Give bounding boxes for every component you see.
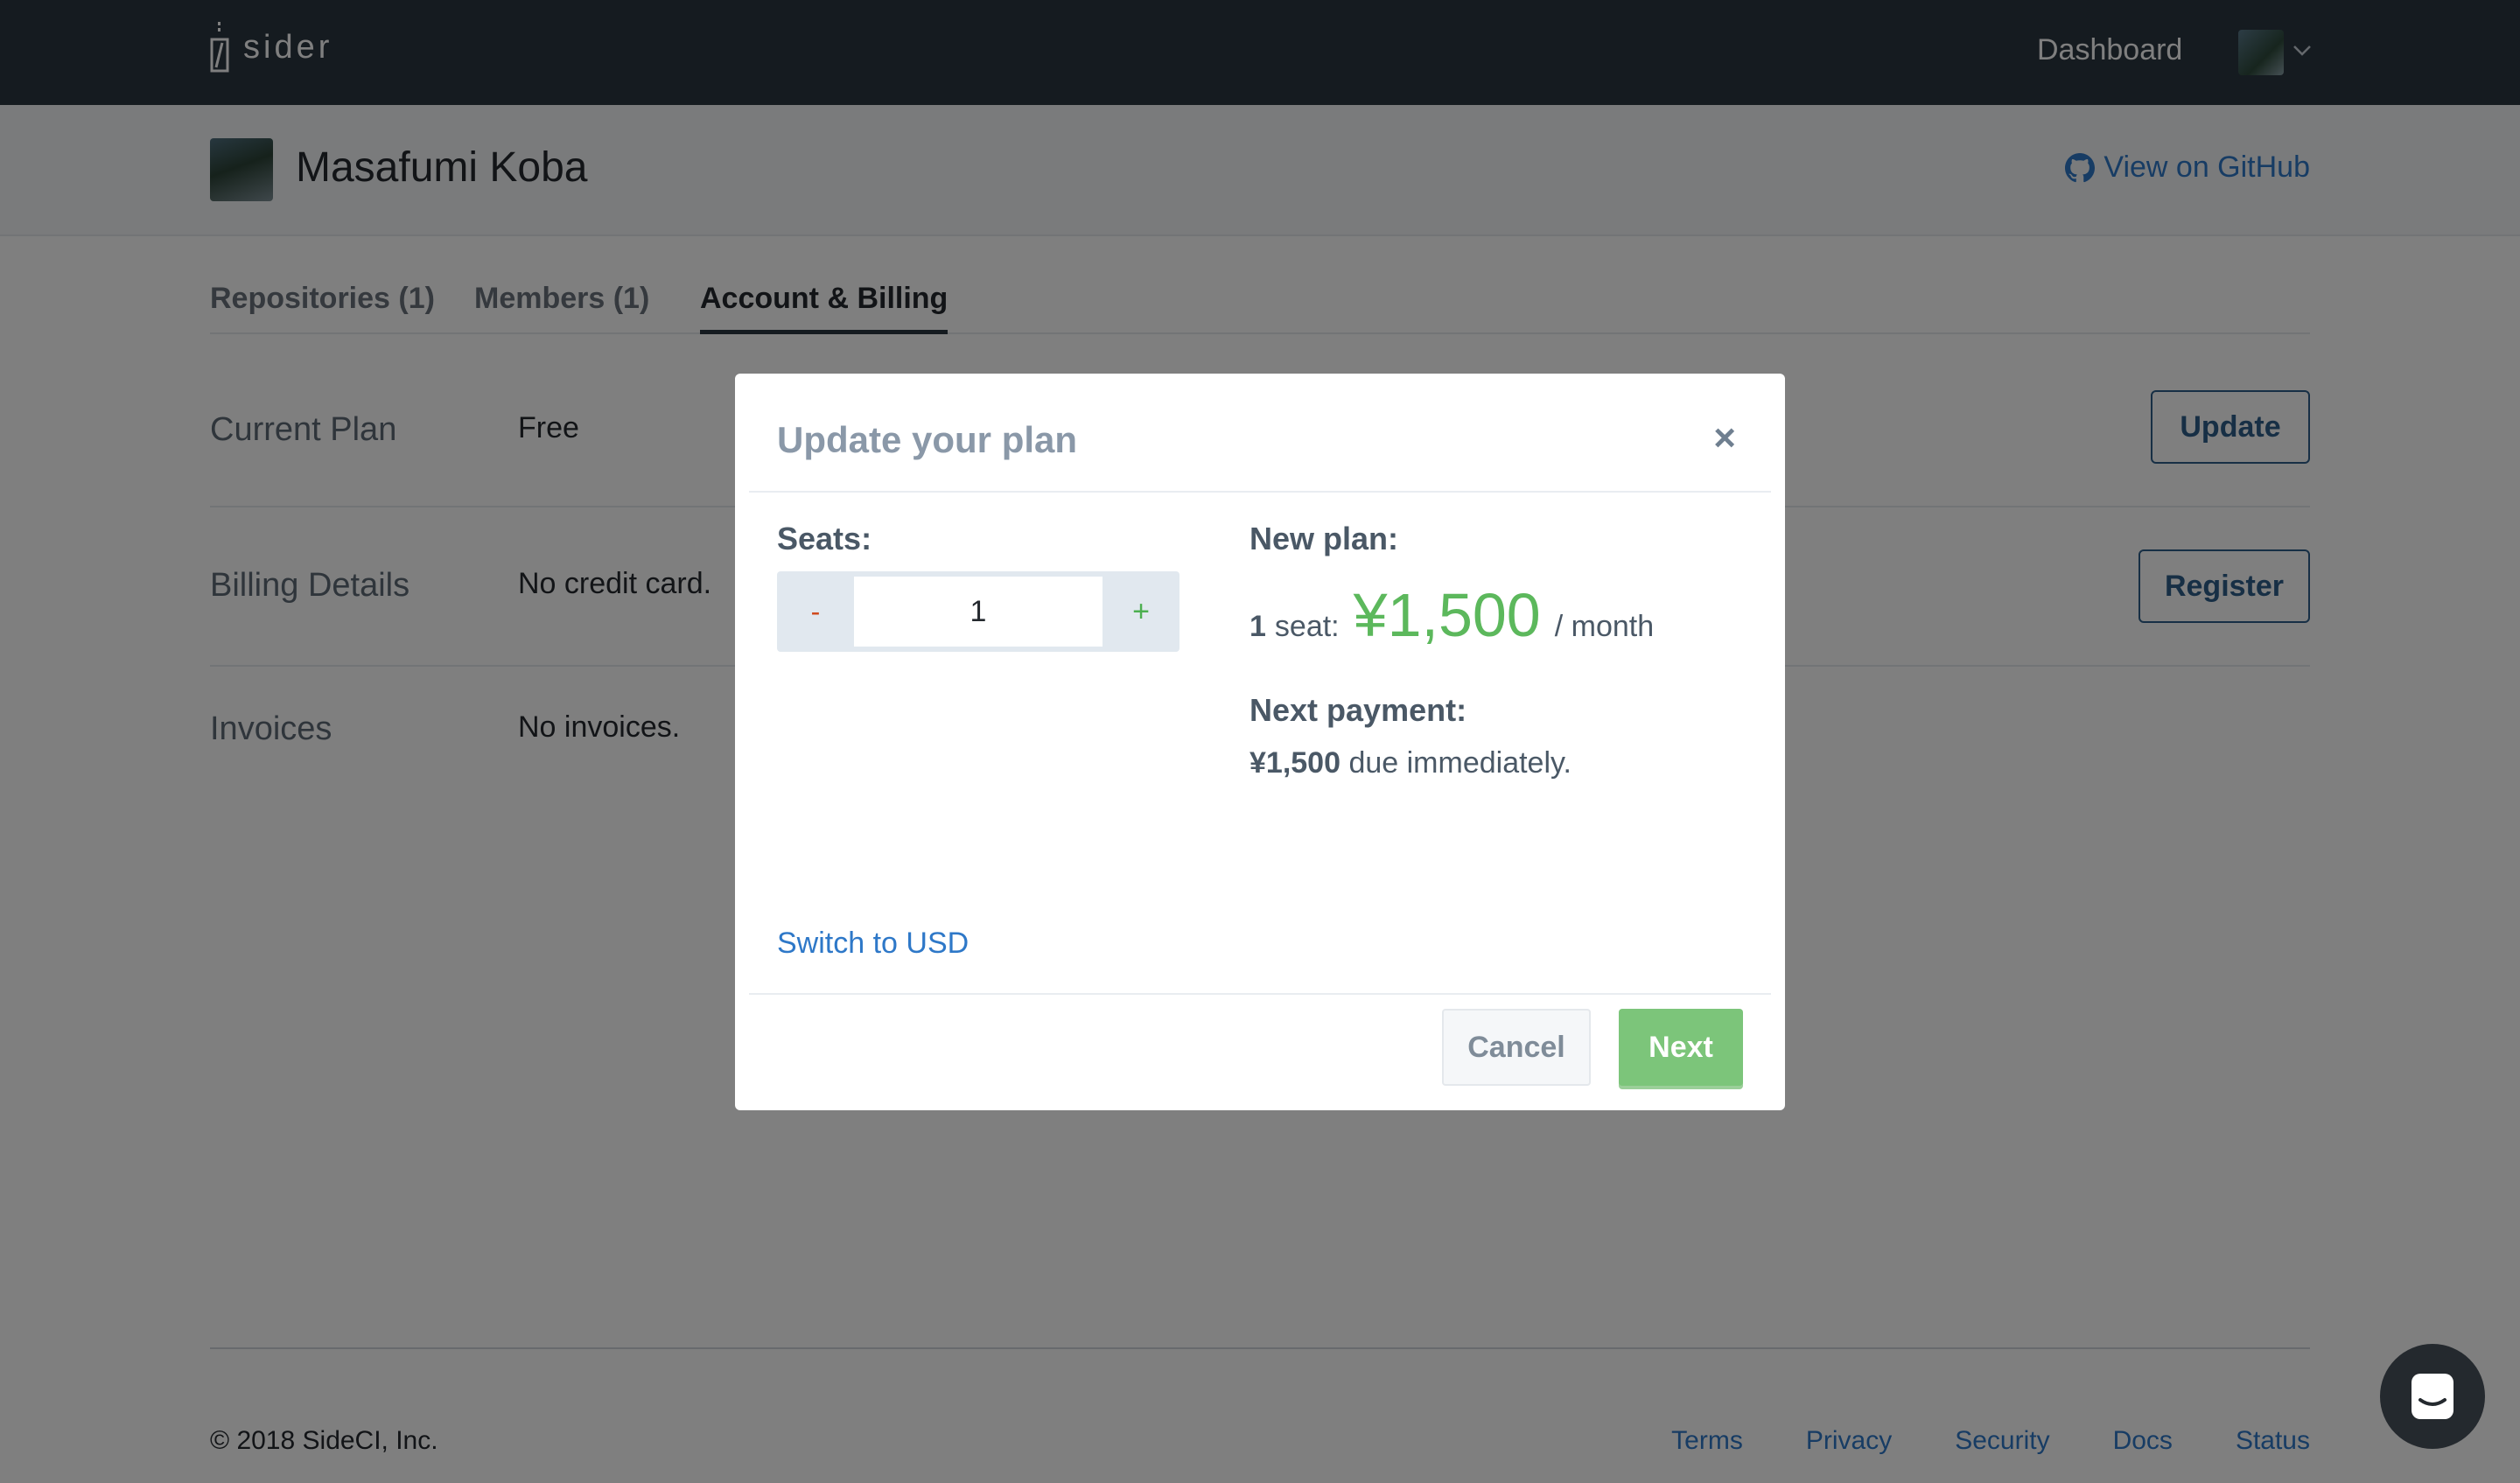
chat-launcher-button[interactable] <box>2380 1344 2485 1449</box>
next-payment-text: ¥1,500 due immediately. <box>1250 746 1572 780</box>
new-plan-price: 1 seat: ¥1,500 / month <box>1250 580 1654 650</box>
seats-label: Seats: <box>777 521 872 556</box>
modal-footer-divider <box>749 993 1771 995</box>
modal-title: Update your plan <box>777 419 1078 460</box>
price-amount: ¥1,500 <box>1353 581 1541 649</box>
seats-stepper: - 1 + <box>777 571 1180 652</box>
close-icon[interactable]: × <box>1713 419 1736 458</box>
increase-seats-button[interactable]: + <box>1102 571 1180 652</box>
seat-count: 1 <box>1250 610 1266 643</box>
new-plan-label: New plan: <box>1250 521 1399 556</box>
decrease-seats-button[interactable]: - <box>777 571 854 652</box>
cancel-button[interactable]: Cancel <box>1442 1009 1591 1086</box>
price-period: / month <box>1554 610 1655 643</box>
next-payment-label: Next payment: <box>1250 692 1467 728</box>
update-plan-modal: Update your plan × Seats: - 1 + New plan… <box>735 374 1785 1110</box>
next-payment-suffix: due immediately. <box>1340 746 1572 780</box>
next-button[interactable]: Next <box>1619 1009 1743 1086</box>
switch-to-usd-link[interactable]: Switch to USD <box>777 927 969 961</box>
next-payment-amount: ¥1,500 <box>1250 746 1340 780</box>
seats-input[interactable]: 1 <box>854 577 1102 647</box>
chat-icon <box>2412 1374 2454 1419</box>
modal-header-divider <box>749 491 1771 493</box>
seat-word: seat: <box>1274 610 1340 643</box>
